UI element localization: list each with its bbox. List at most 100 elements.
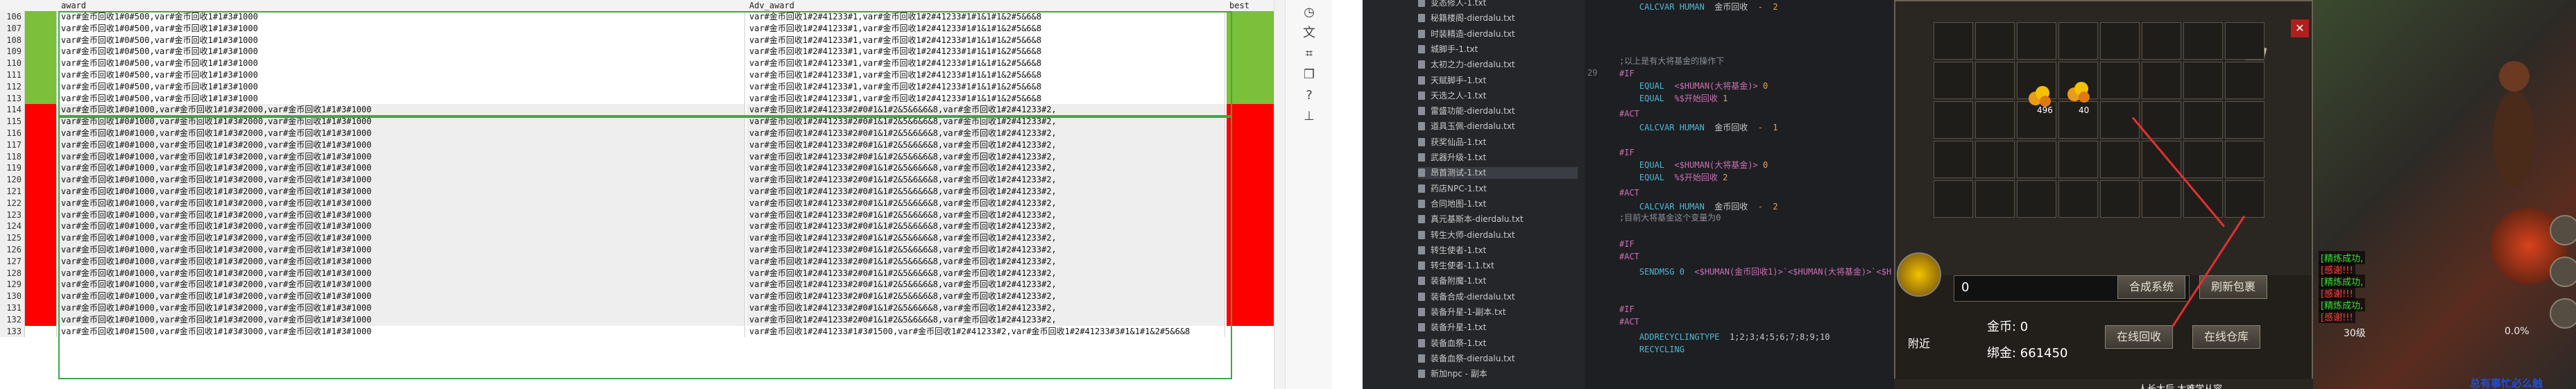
file-tree-item[interactable]: 昂首测试-1.txt — [1418, 167, 1578, 180]
adv-award-cell[interactable]: var#金币回收1#2#41233#1,var#金币回收1#2#41233#1#… — [747, 80, 1225, 93]
table-row[interactable]: 118 var#金币回收1#0#1000,var#金币回收1#1#3#2000,v… — [0, 150, 1285, 163]
translate-icon[interactable]: 文 — [1301, 25, 1317, 42]
inventory-slot[interactable] — [1975, 141, 2015, 178]
inventory-slot[interactable] — [2058, 141, 2098, 178]
file-tree-item[interactable]: 天选之人-1.txt — [1418, 90, 1486, 102]
row-number[interactable]: 133 — [0, 325, 25, 338]
award-cell[interactable]: var#金币回收1#0#500,var#金币回收1#1#3#1000 — [58, 34, 745, 46]
synthesis-button[interactable]: 合成系统 — [2117, 275, 2185, 299]
code-line[interactable]: ;以上是有大将基金的操作下 — [1619, 55, 1724, 67]
award-cell[interactable]: var#金币回收1#0#1000,var#金币回收1#1#3#2000,var#… — [58, 209, 745, 221]
row-number[interactable]: 128 — [0, 267, 25, 279]
code-line[interactable]: RECYCLING — [1619, 344, 1684, 355]
adv-award-cell[interactable]: var#金币回收1#2#41233#2#0#1&1#2&5&6&6&8,var#… — [747, 174, 1225, 186]
inventory-slot[interactable] — [2225, 180, 2264, 218]
adv-award-cell[interactable]: var#金币回收1#2#41233#1,var#金币回收1#2#41233#1#… — [747, 58, 1225, 69]
file-tree-item[interactable]: 时装精造-dierdalu.txt — [1418, 28, 1515, 40]
file-tree-item[interactable]: 转生使者-1.1.txt — [1418, 260, 1494, 272]
award-cell[interactable]: var#金币回收1#0#1000,var#金币回收1#1#3#2000,var#… — [58, 302, 745, 314]
status-cell[interactable] — [25, 150, 57, 163]
status-cell[interactable] — [25, 22, 57, 35]
adv-award-cell[interactable]: var#金币回收1#2#41233#2#0#1&1#2&5&6&6&8,var#… — [747, 104, 1225, 116]
inventory-slot[interactable] — [2225, 22, 2264, 60]
row-number[interactable]: 108 — [0, 34, 25, 46]
award-cell[interactable]: var#金币回收1#0#1000,var#金币回收1#1#3#2000,var#… — [58, 291, 745, 302]
adv-award-cell[interactable]: var#金币回收1#2#41233#2#0#1&1#2&5&6&6&8,var#… — [747, 116, 1225, 128]
status-cell[interactable] — [25, 279, 57, 291]
status-cell[interactable] — [25, 232, 57, 244]
table-row[interactable]: 119 var#金币回收1#0#1000,var#金币回收1#1#3#2000,v… — [0, 162, 1285, 175]
row-number[interactable]: 120 — [0, 174, 25, 186]
status-cell[interactable] — [25, 313, 57, 326]
inventory-slot[interactable] — [1934, 62, 1973, 99]
adv-award-cell[interactable]: var#金币回收1#2#41233#2#0#1&1#2&5&6&6&8,var#… — [747, 279, 1225, 291]
adv-award-cell[interactable]: var#金币回收1#2#41233#1,var#金币回收1#2#41233#1#… — [747, 11, 1225, 23]
award-cell[interactable]: var#金币回收1#0#1000,var#金币回收1#1#3#2000,var#… — [58, 174, 745, 186]
award-cell[interactable]: var#金币回收1#0#1000,var#金币回收1#1#3#2000,var#… — [58, 162, 745, 175]
inventory-slot[interactable] — [2017, 141, 2056, 178]
inventory-slot[interactable] — [1934, 22, 1973, 60]
status-cell[interactable] — [25, 162, 57, 175]
table-row[interactable]: 127 var#金币回收1#0#1000,var#金币回收1#1#3#2000,v… — [0, 255, 1285, 268]
award-cell[interactable]: var#金币回收1#0#1500,var#金币回收1#1#3#3000,var#… — [58, 325, 745, 338]
award-cell[interactable]: var#金币回收1#0#500,var#金币回收1#1#3#1000 — [58, 22, 745, 35]
row-number[interactable]: 130 — [0, 291, 25, 302]
clock-icon[interactable]: ◷ — [1301, 4, 1317, 21]
inventory-slot[interactable] — [2017, 180, 2056, 218]
award-cell[interactable]: var#金币回收1#0#500,var#金币回收1#1#3#1000 — [58, 58, 745, 69]
award-cell[interactable]: var#金币回收1#0#1000,var#金币回收1#1#3#2000,var#… — [58, 116, 745, 128]
inventory-slot[interactable] — [2058, 22, 2098, 60]
table-row[interactable]: 125 var#金币回收1#0#1000,var#金币回收1#1#3#2000,v… — [0, 232, 1285, 244]
status-cell[interactable] — [25, 139, 57, 151]
adv-award-cell[interactable]: var#金币回收1#2#41233#1#3#1500,var#金币回收1#2#4… — [747, 325, 1225, 338]
help-icon[interactable]: ? — [1301, 87, 1317, 104]
status-cell[interactable] — [25, 209, 57, 221]
adv-award-cell[interactable]: var#金币回收1#2#41233#2#0#1&1#2&5&6&6&8,var#… — [747, 291, 1225, 302]
table-row[interactable]: 107 var#金币回收1#0#500,var#金币回收1#1#3#1000 var… — [0, 22, 1285, 35]
status-cell[interactable] — [25, 325, 57, 338]
file-tree-item[interactable]: 装备升星-1-副本.txt — [1418, 306, 1506, 318]
pin-icon[interactable]: ⊥ — [1301, 108, 1317, 125]
file-tree-item[interactable]: 道具玉佩-dierdalu.txt — [1418, 121, 1515, 132]
inventory-slot[interactable] — [2183, 22, 2223, 60]
row-number[interactable]: 107 — [0, 22, 25, 35]
award-cell[interactable]: var#金币回收1#0#1000,var#金币回收1#1#3#2000,var#… — [58, 267, 745, 279]
code-line[interactable]: EQUAL <$HUMAN(大将基金)> 0 — [1619, 159, 1768, 171]
code-line[interactable]: #ACT — [1619, 108, 1639, 119]
inventory-slot[interactable] — [2100, 141, 2140, 178]
code-line[interactable]: EQUAL %$开始回收 2 — [1619, 172, 1728, 183]
table-row[interactable]: 132 var#金币回收1#0#1000,var#金币回收1#1#3#2000,v… — [0, 313, 1285, 326]
row-number[interactable]: 123 — [0, 209, 25, 221]
status-cell[interactable] — [25, 58, 57, 69]
file-tree-item[interactable]: 装备血祭-dierdalu.txt — [1418, 353, 1515, 365]
row-number[interactable]: 115 — [0, 116, 25, 128]
table-row[interactable]: 120 var#金币回收1#0#1000,var#金币回收1#1#3#2000,v… — [0, 174, 1285, 186]
inventory-slot[interactable] — [2183, 101, 2223, 139]
file-tree-item[interactable]: 真元基斯本-dierdalu.txt — [1418, 214, 1524, 225]
row-number[interactable]: 113 — [0, 92, 25, 105]
file-tree-item[interactable]: 转生使者-1.txt — [1418, 245, 1486, 257]
award-cell[interactable]: var#金币回收1#0#1000,var#金币回收1#1#3#2000,var#… — [58, 255, 745, 268]
award-cell[interactable]: var#金币回收1#0#1000,var#金币回收1#1#3#2000,var#… — [58, 221, 745, 233]
inventory-slot[interactable] — [2183, 141, 2223, 178]
inventory-slot[interactable] — [2225, 101, 2264, 139]
award-cell[interactable]: var#金币回收1#0#1000,var#金币回收1#1#3#2000,var#… — [58, 150, 745, 163]
adv-award-cell[interactable]: var#金币回收1#2#41233#2#0#1&1#2&5&6&6&8,var#… — [747, 221, 1225, 233]
table-row[interactable]: 130 var#金币回收1#0#1000,var#金币回收1#1#3#2000,v… — [0, 291, 1285, 302]
adv-award-cell[interactable]: var#金币回收1#2#41233#2#0#1&1#2&5&6&6&8,var#… — [747, 302, 1225, 314]
inventory-slot[interactable] — [2058, 180, 2098, 218]
inventory-slot[interactable] — [2017, 22, 2056, 60]
code-line[interactable]: SENDMSG 0 <$HUMAN(金币回收1)>`<$HUMAN(大将基金)>… — [1619, 266, 1891, 277]
inventory-slot[interactable] — [2225, 62, 2264, 99]
row-number[interactable]: 106 — [0, 11, 25, 23]
crop-icon[interactable]: ⌗ — [1301, 46, 1317, 62]
code-line[interactable]: #IF — [1619, 68, 1635, 79]
file-tree-item[interactable]: 秘籍楼阁-dierdalu.txt — [1418, 12, 1515, 24]
file-tree-item[interactable]: 新加npc - 副本 — [1418, 368, 1487, 380]
award-cell[interactable]: var#金币回收1#0#1000,var#金币回收1#1#3#2000,var#… — [58, 232, 745, 244]
status-cell[interactable] — [25, 221, 57, 233]
file-tree-item[interactable]: 装备血祭-1.txt — [1418, 338, 1486, 349]
status-cell[interactable] — [25, 186, 57, 198]
status-cell[interactable] — [25, 174, 57, 186]
award-cell[interactable]: var#金币回收1#0#1000,var#金币回收1#1#3#2000,var#… — [58, 139, 745, 151]
